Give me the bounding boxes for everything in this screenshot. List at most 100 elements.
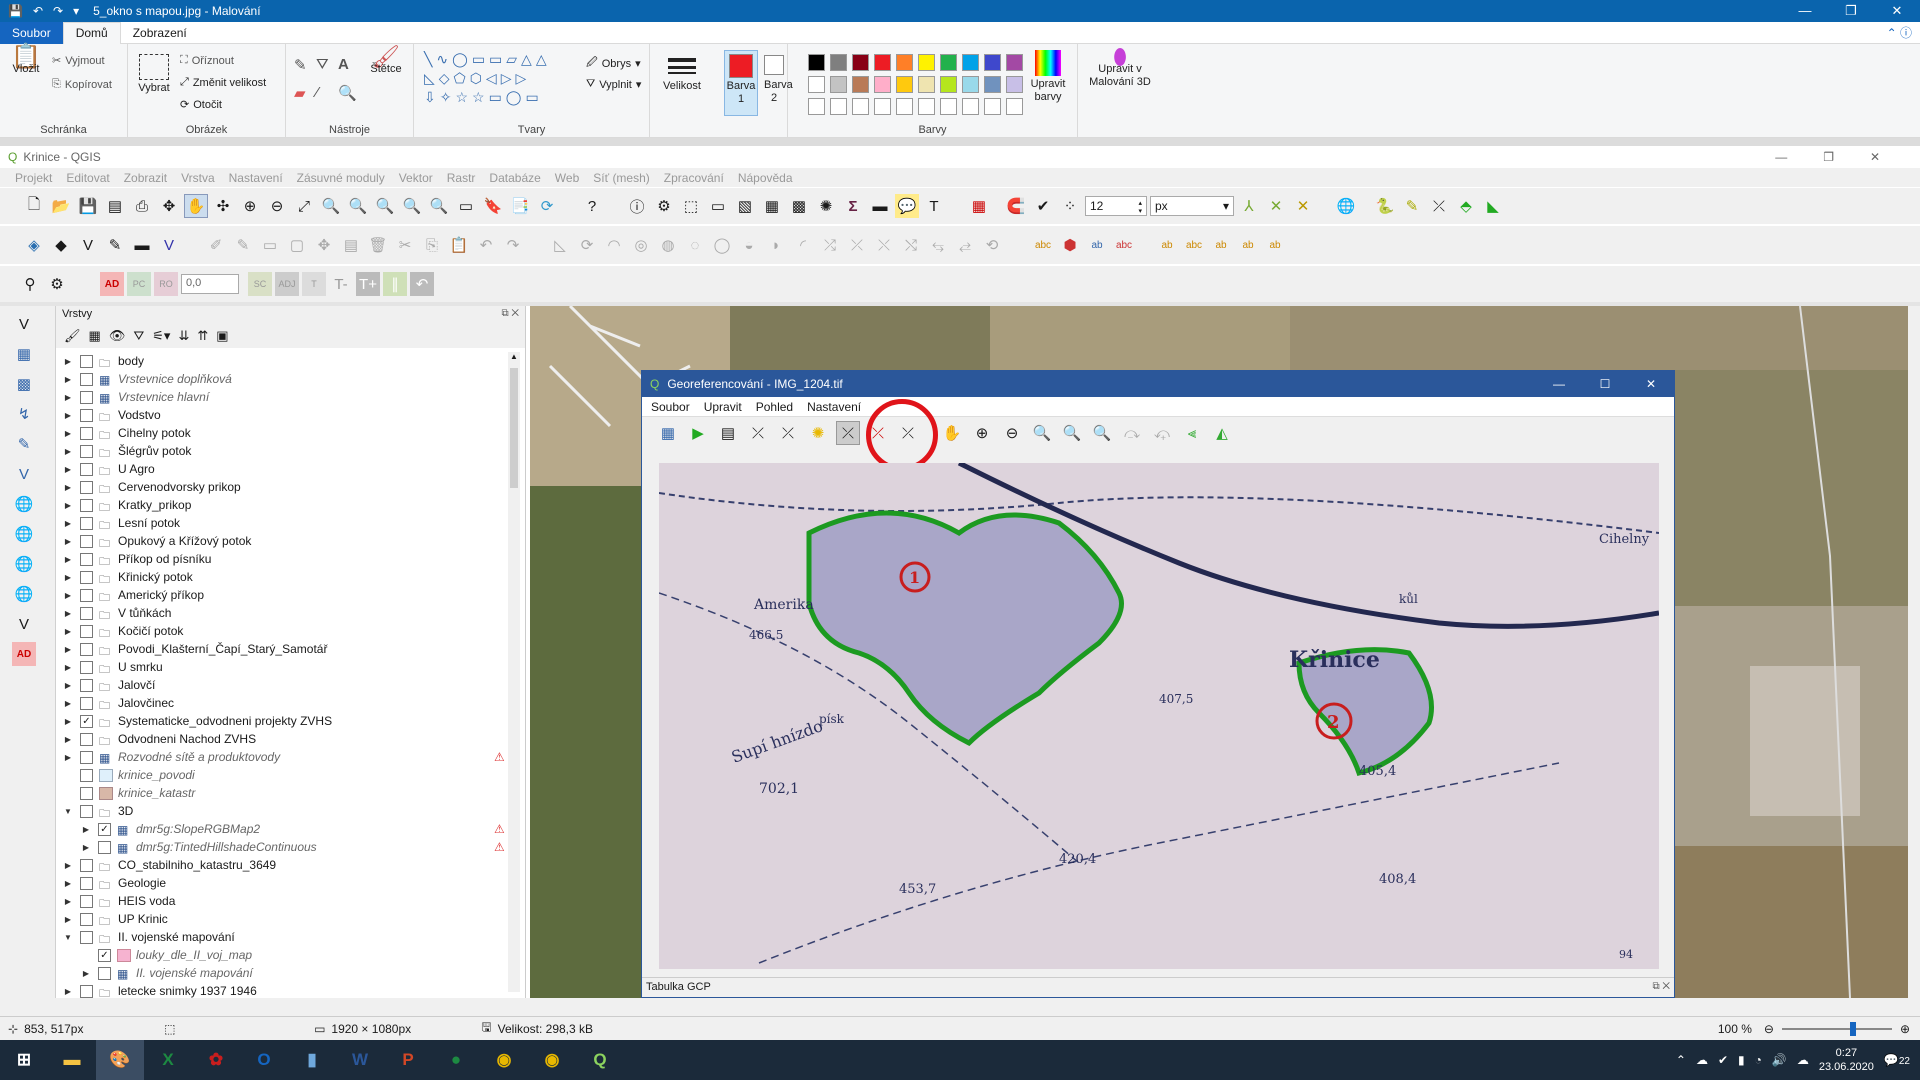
notepad-icon[interactable]: ▮: [288, 1040, 336, 1080]
georef-menu-item[interactable]: Soubor: [651, 400, 690, 414]
menu-item[interactable]: Síť (mesh): [586, 171, 657, 185]
palette-swatch-empty[interactable]: [896, 98, 913, 115]
zoom-layer-icon[interactable]: 🔍: [346, 194, 370, 218]
zoom-last-icon[interactable]: 🔍: [400, 194, 424, 218]
expand-icon[interactable]: ▶: [62, 897, 74, 906]
layer-row[interactable]: ▶ 🗀 Kočičí potok: [62, 622, 492, 640]
terrain-icon[interactable]: ◣: [1481, 194, 1505, 218]
layer-checkbox[interactable]: [80, 804, 93, 818]
layer-row[interactable]: ▶ 🗀 V tůňkách: [62, 604, 492, 622]
palette-swatch-empty[interactable]: [984, 98, 1001, 115]
split-parts-icon[interactable]: ⤭: [899, 233, 923, 257]
palette-swatch-empty[interactable]: [874, 98, 891, 115]
menu-item[interactable]: Zobrazit: [117, 171, 174, 185]
add-group-icon[interactable]: ▦: [89, 328, 101, 344]
expand-icon[interactable]: ▶: [62, 645, 74, 654]
layer-checkbox[interactable]: [80, 390, 93, 404]
onedrive-icon[interactable]: ☁: [1696, 1053, 1708, 1067]
close-button[interactable]: ✕: [1874, 3, 1920, 19]
add-arcgis-icon[interactable]: 🌐: [12, 582, 36, 606]
layer-checkbox[interactable]: [80, 462, 93, 476]
explorer-icon[interactable]: ▬: [48, 1040, 96, 1080]
globe-icon[interactable]: 🌐: [1334, 194, 1358, 218]
palette-swatch[interactable]: [852, 76, 869, 93]
battery-icon[interactable]: ▮: [1738, 1053, 1745, 1067]
add-spatialite-icon[interactable]: ✎: [12, 432, 36, 456]
add-part-icon[interactable]: ◍: [656, 233, 680, 257]
palette-swatch[interactable]: [852, 54, 869, 71]
warning-icon[interactable]: ⚠: [494, 822, 505, 836]
magnifier-icon[interactable]: 🔍: [338, 84, 357, 102]
expand-icon[interactable]: ▶: [62, 879, 74, 888]
expand-icon[interactable]: ▶: [62, 501, 74, 510]
palette-swatch[interactable]: [940, 76, 957, 93]
layer-checkbox[interactable]: [80, 624, 93, 638]
layer-checkbox[interactable]: [80, 912, 93, 926]
layer-checkbox[interactable]: [80, 606, 93, 620]
add-db-icon[interactable]: ▬: [130, 233, 154, 257]
label-ad-icon[interactable]: AD: [100, 272, 124, 296]
layer-row[interactable]: ▶ 🗀 Povodi_Klašterní_Čapí_Starý_Samotář: [62, 640, 492, 658]
layer-checkbox[interactable]: [80, 876, 93, 890]
layer-checkbox[interactable]: [98, 840, 111, 854]
expand-icon[interactable]: ▶: [62, 591, 74, 600]
layer-row[interactable]: ▶ 🗀 Lesní potok: [62, 514, 492, 532]
palette-swatch[interactable]: [874, 76, 891, 93]
stretch-icon[interactable]: ◭: [1210, 421, 1234, 445]
georef-minimize-button[interactable]: —: [1536, 377, 1582, 391]
expand-icon[interactable]: ▶: [80, 843, 92, 852]
zoom-next-icon[interactable]: 🔍: [427, 194, 451, 218]
expand-icon[interactable]: ▼: [62, 807, 74, 816]
layer-checkbox[interactable]: [80, 444, 93, 458]
paint-icon[interactable]: 🎨: [96, 1040, 144, 1080]
expand-icon[interactable]: ▶: [62, 987, 74, 996]
filter-legend-icon[interactable]: ⚟▾: [152, 328, 170, 344]
style-icon[interactable]: 🖌: [64, 328, 81, 344]
layer-row[interactable]: ▶ 🗀 Jalovčí: [62, 676, 492, 694]
layer-row[interactable]: krinice_povodi: [62, 766, 492, 784]
layer-checkbox[interactable]: [80, 660, 93, 674]
menu-item[interactable]: Zásuvné moduly: [290, 171, 392, 185]
shapes-gallery[interactable]: ╲∿◯▭▭▱△△ ◺◇⬠⬡◁▷▷ ⇩✧☆☆▭◯▭: [424, 50, 574, 107]
layer-row[interactable]: ▶ 🗀 U smrku: [62, 658, 492, 676]
gcp-close-icon[interactable]: ⧉ ✕: [1652, 981, 1670, 994]
palette-swatch[interactable]: [896, 76, 913, 93]
restore-button[interactable]: ❐: [1828, 3, 1874, 19]
expand-icon[interactable]: ▶: [62, 483, 74, 492]
trace-icon[interactable]: ⅄: [1237, 194, 1261, 218]
expand-icon[interactable]: ▶: [62, 663, 74, 672]
plugin-icon[interactable]: ✎: [1400, 194, 1424, 218]
expand-icon[interactable]: ▶: [62, 573, 74, 582]
layer-checkbox[interactable]: [80, 534, 93, 548]
rotate-symbols-icon[interactable]: ⟲: [980, 233, 1004, 257]
label-props-icon[interactable]: ab: [1263, 233, 1287, 257]
unit-select[interactable]: px ▾: [1150, 196, 1234, 216]
statistics-icon[interactable]: Σ: [841, 194, 865, 218]
layer-checkbox[interactable]: [98, 966, 111, 980]
brushes-button[interactable]: 🖌 Štětce: [368, 46, 404, 76]
vertex-tool-icon[interactable]: ✥: [312, 233, 336, 257]
label-t-icon[interactable]: T: [302, 272, 326, 296]
layer-checkbox[interactable]: ✓: [80, 714, 93, 728]
label-pc-icon[interactable]: PC: [127, 272, 151, 296]
expand-icon[interactable]: ▶: [80, 825, 92, 834]
python-icon[interactable]: 🐍: [1373, 194, 1397, 218]
expand-icon[interactable]: ▶: [62, 375, 74, 384]
copy-button[interactable]: ⎘ Kopírovat: [52, 78, 112, 91]
layer-checkbox[interactable]: [80, 642, 93, 656]
add-wms-icon[interactable]: 🌐: [12, 492, 36, 516]
modify-icon[interactable]: ▤: [339, 233, 363, 257]
layer-row[interactable]: ▶ 🗀 Příkop od písníku: [62, 550, 492, 568]
add-raster-icon[interactable]: V: [76, 233, 100, 257]
select-features-icon[interactable]: ⬚: [679, 194, 703, 218]
menu-item[interactable]: Web: [548, 171, 586, 185]
layer-row[interactable]: ▶ 🗀 U Agro: [62, 460, 492, 478]
layer-row[interactable]: ▶ 🗀 Americký příkop: [62, 586, 492, 604]
shield-icon[interactable]: ✔: [1718, 1053, 1728, 1067]
menu-item[interactable]: Rastr: [440, 171, 483, 185]
expand-icon[interactable]: ▶: [62, 465, 74, 474]
filter-icon[interactable]: ⛛: [133, 328, 144, 344]
undo-icon[interactable]: ↶: [33, 4, 43, 18]
outline-button[interactable]: 🖉 Obrys ▾: [586, 54, 641, 73]
layer-row[interactable]: ▶ 🗀 Opukový a Křížový potok: [62, 532, 492, 550]
